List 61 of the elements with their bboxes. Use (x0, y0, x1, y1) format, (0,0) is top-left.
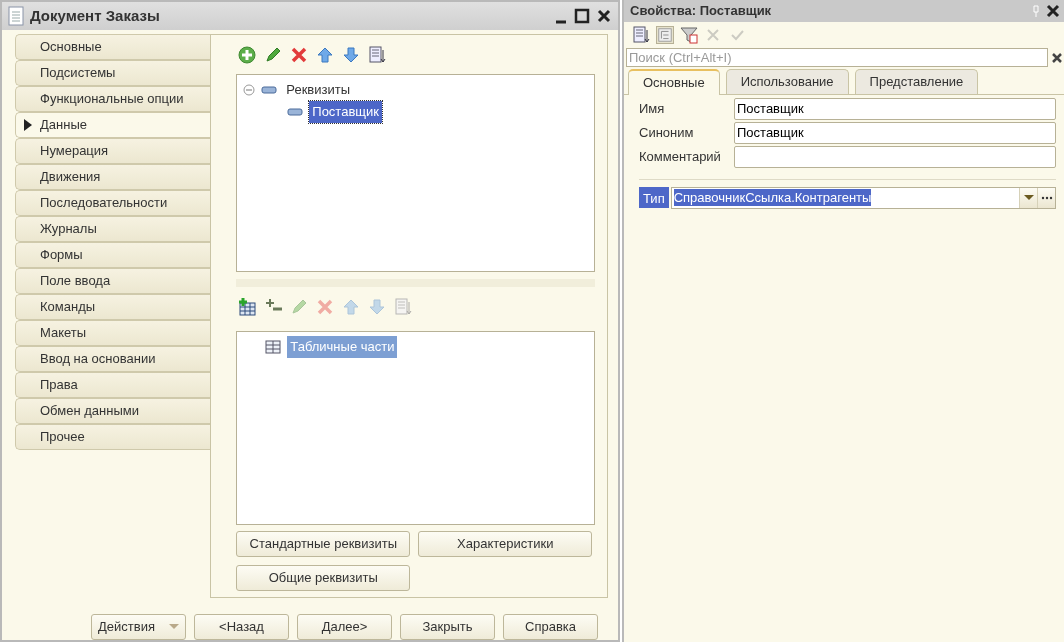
field-label: Тип (639, 187, 669, 208)
input-field[interactable]: Поставщик (734, 121, 1056, 144)
collapse-icon[interactable] (243, 84, 256, 96)
maximize-icon[interactable] (574, 8, 590, 24)
section-tab[interactable]: Основные (15, 34, 211, 60)
attribute-icon (261, 86, 278, 94)
input-field[interactable]: Поставщик (734, 97, 1056, 120)
section-tab[interactable]: Движения (15, 164, 211, 190)
up-arrow-icon[interactable] (316, 46, 335, 64)
section-tab[interactable]: Формы (15, 242, 211, 268)
footer-button[interactable]: Закрыть (400, 614, 495, 640)
panel-button[interactable]: Общие реквизиты (236, 565, 411, 591)
section-tab[interactable]: Ввод на основании (15, 346, 211, 372)
button-label: Действия (98, 618, 155, 637)
section-tab[interactable]: Прочее (15, 424, 211, 450)
tab[interactable]: Использование (725, 69, 849, 94)
footer-button[interactable]: <Назад (194, 614, 289, 640)
section-tab[interactable]: Права (15, 372, 211, 398)
add-table-icon[interactable] (238, 298, 257, 316)
pencil-icon[interactable] (264, 46, 283, 64)
clear-icon[interactable] (1050, 50, 1064, 65)
field-label: Имя (639, 99, 666, 118)
input-field[interactable] (734, 145, 1056, 168)
list-sort-icon[interactable] (368, 46, 387, 64)
attribute-icon (287, 108, 304, 116)
footer-button[interactable]: Далее> (297, 614, 392, 640)
section-tab[interactable]: Макеты (15, 320, 211, 346)
delete-icon[interactable] (290, 46, 309, 64)
document-icon (8, 6, 24, 26)
triangle-icon (24, 119, 32, 131)
close-icon[interactable] (596, 8, 612, 24)
section-tab[interactable]: Поле ввода (15, 268, 211, 294)
search-field[interactable]: Поиск (Ctrl+Alt+I) (626, 48, 1048, 67)
panel-title: Свойства: Поставщик (630, 2, 773, 21)
field-label: Синоним (639, 123, 695, 142)
window-title: Документ Заказы (30, 5, 161, 26)
list-sort-icon[interactable] (632, 26, 650, 44)
table-icon (265, 340, 282, 354)
panel-button[interactable]: Характеристики (418, 531, 593, 557)
section-tab[interactable]: Подсистемы (15, 60, 211, 86)
filter-icon[interactable] (680, 26, 698, 44)
section-tab[interactable]: Обмен данными (15, 398, 211, 424)
panel-button[interactable]: Стандартные реквизиты (236, 531, 411, 557)
caret-icon (169, 624, 179, 630)
section-tab[interactable]: Нумерация (15, 138, 211, 164)
tab[interactable]: Основные (628, 69, 720, 95)
tree-item[interactable]: Реквизиты (283, 79, 353, 101)
actions-dropdown[interactable]: Действия (91, 614, 186, 640)
tree-view-icon[interactable] (656, 26, 674, 44)
add-icon[interactable] (238, 46, 257, 64)
section-tab[interactable]: Журналы (15, 216, 211, 242)
close-icon[interactable] (1046, 4, 1060, 18)
down-arrow-icon[interactable] (342, 46, 361, 64)
tree-item[interactable]: Поставщик (309, 101, 382, 123)
section-tab[interactable]: Последовательности (15, 190, 211, 216)
tab[interactable]: Представление (854, 69, 979, 94)
section-tab[interactable]: Данные (15, 112, 211, 138)
section-tab[interactable]: Функциональные опции (15, 86, 211, 112)
field-label: Комментарий (639, 147, 722, 166)
section-tab[interactable]: Команды (15, 294, 211, 320)
footer-button[interactable]: Справка (503, 614, 598, 640)
